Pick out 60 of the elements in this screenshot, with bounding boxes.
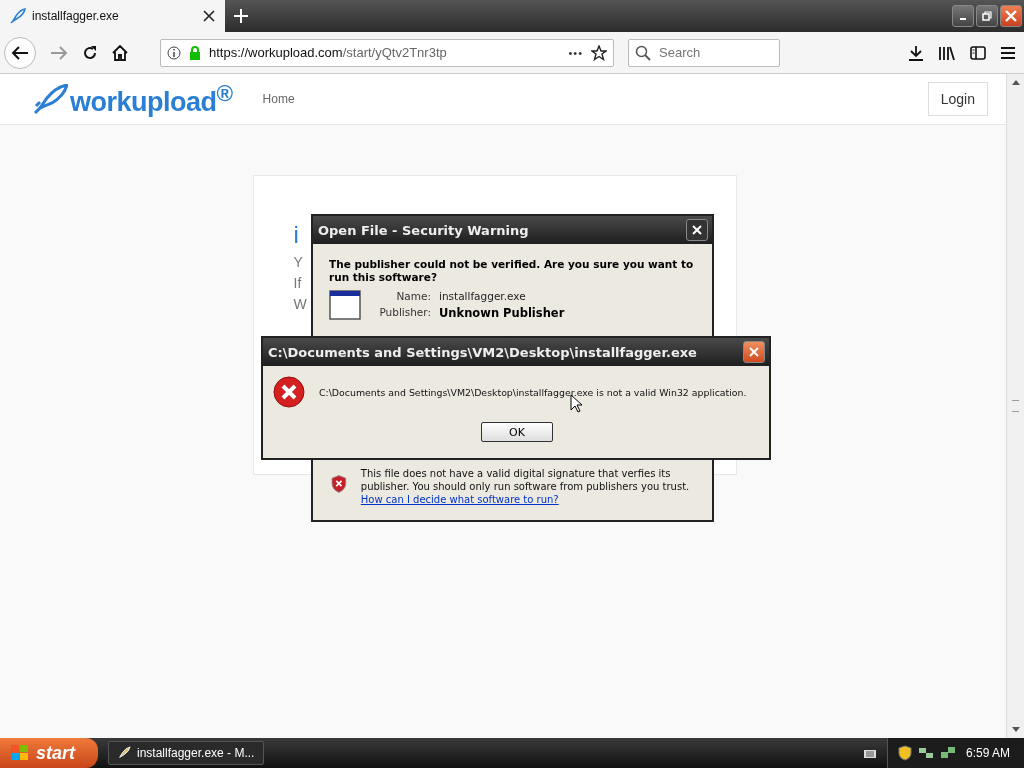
card-text: W <box>293 295 307 314</box>
sidebar-icon[interactable] <box>970 44 986 61</box>
start-button[interactable]: start <box>0 738 98 768</box>
scrollbar[interactable] <box>1006 74 1024 738</box>
url-text: https://workupload.com/start/yQtv2Tnr3tp <box>209 45 448 60</box>
dialog-title: Open File - Security Warning <box>318 222 530 238</box>
menu-icon[interactable] <box>1000 44 1016 61</box>
ok-button[interactable]: OK <box>481 422 553 442</box>
home-link[interactable]: Home <box>262 92 295 106</box>
close-button[interactable] <box>686 219 708 241</box>
close-button[interactable] <box>1000 5 1022 27</box>
field-label: Publisher: <box>378 306 431 320</box>
shield-icon[interactable] <box>897 745 912 761</box>
help-link[interactable]: How can I decide what software to run? <box>360 494 559 505</box>
login-button[interactable]: Login <box>927 82 988 116</box>
restore-button[interactable] <box>976 5 998 27</box>
field-value: Unknown Publisher <box>439 306 565 320</box>
warning-question: The publisher could not be verified. Are you sure you want to run this software? <box>329 258 695 284</box>
library-icon[interactable] <box>938 44 956 61</box>
search-field[interactable]: Search <box>657 44 771 61</box>
application-window-icon <box>329 290 361 320</box>
keyboard-icon[interactable] <box>862 747 877 759</box>
home-icon[interactable] <box>112 44 128 61</box>
plus-icon[interactable] <box>233 8 249 24</box>
page-actions-button[interactable]: ••• <box>568 46 583 59</box>
logo-text[interactable]: workupload$^{®}$ <box>70 80 233 118</box>
minimize-button[interactable] <box>952 5 974 27</box>
address-bar[interactable]: https://workupload.com/start/yQtv2Tnr3tp ••• <box>160 38 614 67</box>
lock-icon <box>189 45 201 60</box>
close-button[interactable] <box>743 341 765 363</box>
close-icon <box>749 347 759 357</box>
dialog-title: C:\Documents and Settings\VM2\Desktop\installfagger.exe <box>268 344 698 360</box>
search-box[interactable]: Search <box>628 38 780 67</box>
download-icon[interactable] <box>908 44 924 61</box>
browser-tab[interactable]: installfagger.exe <box>0 0 225 32</box>
card-text: If <box>293 274 302 293</box>
clock: 6:59 AM <box>965 746 1010 760</box>
close-icon <box>1005 10 1017 22</box>
network-icon[interactable] <box>939 746 956 760</box>
field-value: installfagger.exe <box>439 290 526 302</box>
warning-text: This file does not have a valid digital signature that verfies its publisher. You should only run software from publishers you trust. <box>360 467 691 493</box>
card-text: Y <box>293 253 303 272</box>
search-icon <box>635 44 651 61</box>
star-icon[interactable] <box>591 44 607 61</box>
scroll-up-icon[interactable] <box>1011 80 1020 85</box>
windows-flag-icon <box>10 744 30 762</box>
scroll-down-icon[interactable] <box>1011 727 1020 732</box>
back-button[interactable] <box>4 36 36 69</box>
close-icon[interactable] <box>203 10 215 22</box>
close-icon <box>692 225 702 235</box>
reload-icon[interactable] <box>82 44 98 61</box>
back-arrow-icon <box>11 44 29 61</box>
card-heading: i <box>293 220 299 250</box>
error-message: C:\Documents and Settings\VM2\Desktop\installfagger.exe is not a valid Win32 application. <box>319 386 747 398</box>
error-icon <box>273 376 305 408</box>
network-icon[interactable] <box>917 746 934 760</box>
restore-icon <box>982 11 992 21</box>
info-icon[interactable] <box>167 45 181 60</box>
field-label: Name: <box>395 290 431 302</box>
taskbar-button[interactable]: installfagger.exe - M... <box>108 741 264 765</box>
